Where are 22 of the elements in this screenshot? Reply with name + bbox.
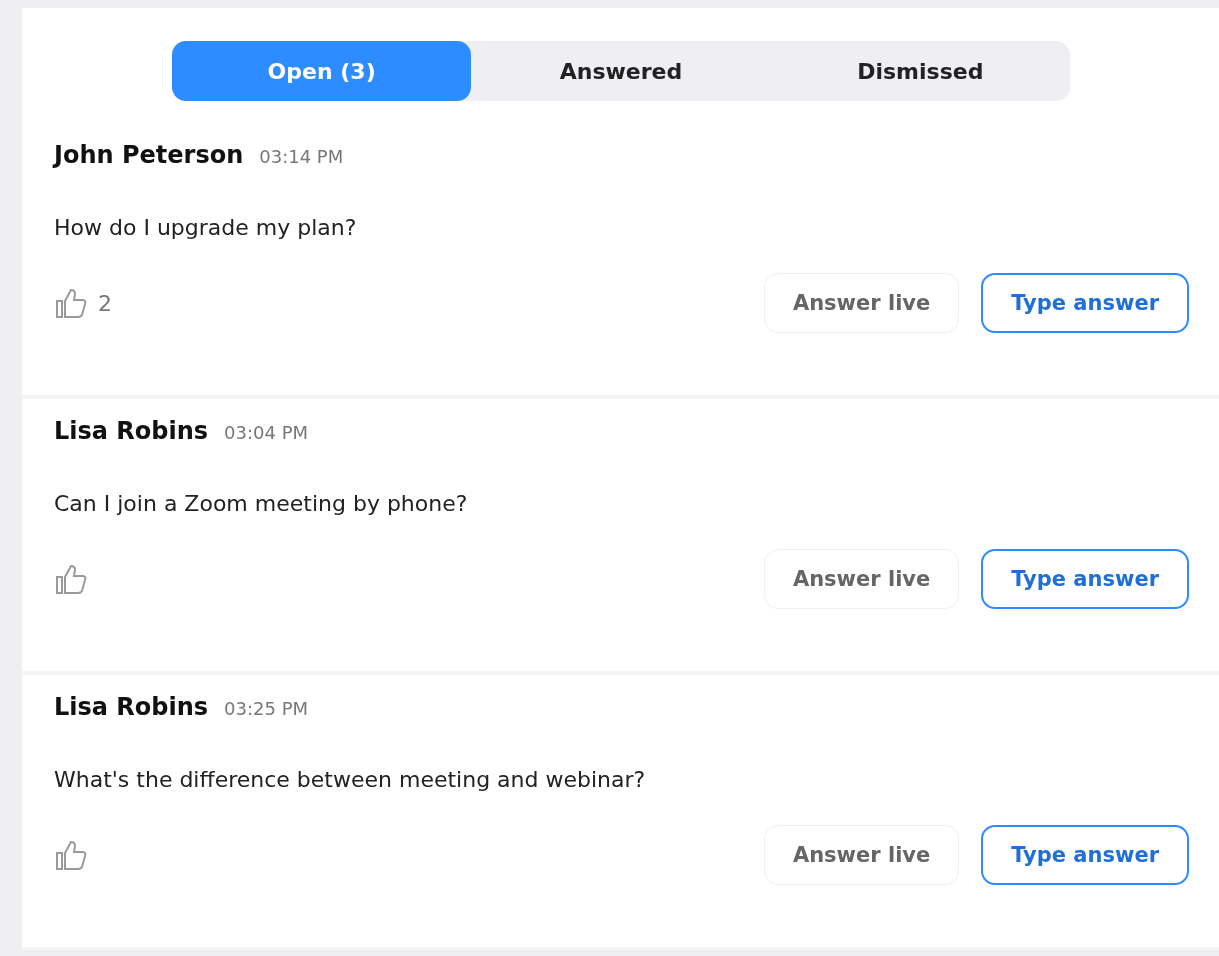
upvote-count: 2 bbox=[98, 290, 112, 316]
timestamp: 03:25 PM bbox=[224, 698, 309, 719]
type-answer-button[interactable]: Type answer bbox=[981, 549, 1189, 609]
question-text: What's the difference between meeting and webinar? bbox=[54, 767, 647, 794]
type-answer-button[interactable]: Type answer bbox=[981, 825, 1189, 885]
thumbs-up-icon[interactable] bbox=[54, 838, 88, 872]
thumbs-up-icon[interactable] bbox=[54, 562, 88, 596]
thumbs-up-icon[interactable] bbox=[54, 286, 88, 320]
author-name: Lisa Robins bbox=[54, 417, 209, 445]
answer-live-button[interactable]: Answer live bbox=[763, 825, 960, 885]
tab[interactable]: Answered bbox=[471, 41, 771, 101]
type-answer-button[interactable]: Type answer bbox=[981, 273, 1189, 333]
author-name: John Peterson bbox=[54, 141, 244, 169]
answer-live-button[interactable]: Answer live bbox=[763, 273, 960, 333]
tab[interactable]: Open (3) bbox=[172, 41, 472, 101]
answer-live-button[interactable]: Answer live bbox=[763, 549, 960, 609]
author-name: Lisa Robins bbox=[54, 693, 209, 721]
question-text: Can I join a Zoom meeting by phone? bbox=[54, 491, 469, 518]
question-text: How do I upgrade my plan? bbox=[54, 215, 358, 242]
timestamp: 03:04 PM bbox=[224, 422, 309, 443]
tab[interactable]: Dismissed bbox=[770, 41, 1070, 101]
timestamp: 03:14 PM bbox=[259, 146, 344, 167]
